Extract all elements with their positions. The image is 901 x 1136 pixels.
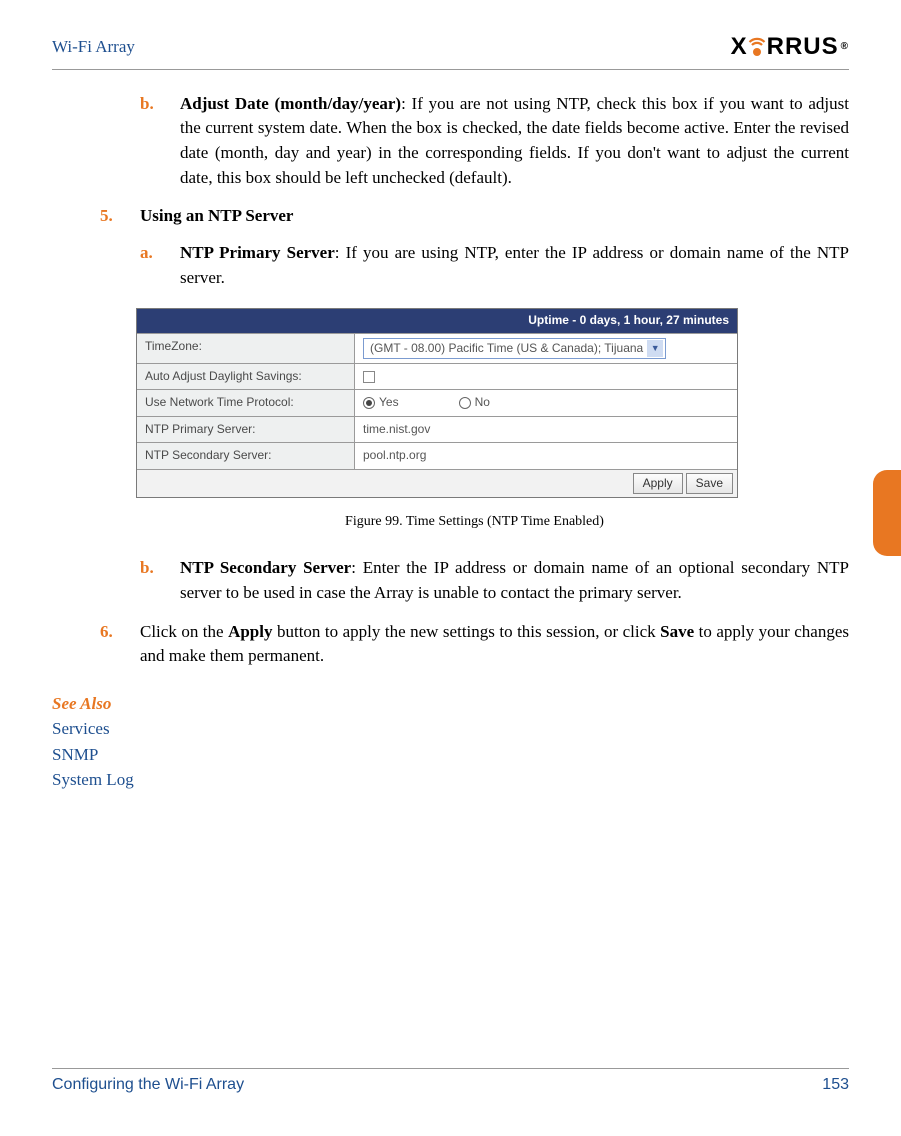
dst-checkbox[interactable] — [363, 371, 375, 383]
step-marker: 5. — [100, 204, 140, 229]
see-also-section: See Also Services SNMP System Log — [52, 691, 849, 793]
timezone-select[interactable]: (GMT - 08.00) Pacific Time (US & Canada)… — [363, 338, 666, 359]
apply-button[interactable]: Apply — [633, 473, 683, 494]
page-header: Wi-Fi Array X RRUS® — [52, 30, 849, 70]
step6-pre: Click on the — [140, 622, 228, 641]
list-step-5: 5. Using an NTP Server — [100, 204, 849, 229]
sub-item-body: NTP Secondary Server: Enter the IP addre… — [180, 556, 849, 605]
figure-label: NTP Secondary Server: — [137, 443, 355, 468]
see-also-link-system-log[interactable]: System Log — [52, 767, 849, 793]
list-sub-item-b-ntp-secondary: b. NTP Secondary Server: Enter the IP ad… — [140, 556, 849, 605]
step-title: Using an NTP Server — [140, 206, 293, 225]
figure-label: Auto Adjust Daylight Savings: — [137, 364, 355, 389]
figure-caption: Figure 99. Time Settings (NTP Time Enabl… — [100, 512, 849, 532]
ntp-primary-input[interactable]: time.nist.gov — [363, 421, 430, 438]
figure-label: Use Network Time Protocol: — [137, 390, 355, 415]
step6-save: Save — [660, 622, 694, 641]
figure-row-ntp-primary: NTP Primary Server: time.nist.gov — [137, 416, 737, 442]
figure-row-dst: Auto Adjust Daylight Savings: — [137, 363, 737, 389]
logo-antenna-icon — [748, 36, 766, 58]
sub-item-marker: b. — [140, 92, 180, 191]
ntp-yes-label: Yes — [379, 394, 399, 411]
step6-mid: button to apply the new settings to this… — [272, 622, 660, 641]
figure-label: TimeZone: — [137, 334, 355, 363]
ntp-yes-radio[interactable] — [363, 397, 375, 409]
sub-item-term: NTP Primary Server — [180, 243, 335, 262]
step-marker: 6. — [100, 620, 140, 669]
sub-item-term: Adjust Date (month/day/year) — [180, 94, 401, 113]
figure-label: NTP Primary Server: — [137, 417, 355, 442]
sub-item-body: Adjust Date (month/day/year): If you are… — [180, 92, 849, 191]
sub-item-marker: a. — [140, 241, 180, 290]
sub-item-marker: b. — [140, 556, 180, 605]
sub-item-term: NTP Secondary Server — [180, 558, 351, 577]
see-also-link-snmp[interactable]: SNMP — [52, 742, 849, 768]
step6-apply: Apply — [228, 622, 272, 641]
figure-99: Uptime - 0 days, 1 hour, 27 minutes Time… — [136, 308, 849, 532]
list-step-6: 6. Click on the Apply button to apply th… — [100, 620, 849, 669]
ntp-secondary-input[interactable]: pool.ntp.org — [363, 447, 426, 464]
figure-row-ntp-secondary: NTP Secondary Server: pool.ntp.org — [137, 442, 737, 468]
figure-row-use-ntp: Use Network Time Protocol: Yes No — [137, 389, 737, 415]
save-button[interactable]: Save — [686, 473, 733, 494]
footer-section-title: Configuring the Wi-Fi Array — [52, 1073, 244, 1096]
timezone-select-value: (GMT - 08.00) Pacific Time (US & Canada)… — [370, 341, 643, 355]
header-title: Wi-Fi Array — [52, 35, 135, 60]
ntp-no-label: No — [475, 394, 490, 411]
figure-row-timezone: TimeZone: (GMT - 08.00) Pacific Time (US… — [137, 333, 737, 363]
footer-page-number: 153 — [822, 1073, 849, 1096]
figure-button-row: Apply Save — [137, 469, 737, 497]
list-sub-item-b-adjust-date: b. Adjust Date (month/day/year): If you … — [140, 92, 849, 191]
chevron-down-icon: ▼ — [647, 340, 663, 357]
step-body: Using an NTP Server — [140, 204, 849, 229]
list-sub-item-a-ntp-primary: a. NTP Primary Server: If you are using … — [140, 241, 849, 290]
ntp-no-radio[interactable] — [459, 397, 471, 409]
see-also-title: See Also — [52, 691, 849, 717]
brand-logo: X RRUS® — [731, 30, 849, 65]
see-also-link-services[interactable]: Services — [52, 716, 849, 742]
sub-item-body: NTP Primary Server: If you are using NTP… — [180, 241, 849, 290]
step-body: Click on the Apply button to apply the n… — [140, 620, 849, 669]
page-footer: Configuring the Wi-Fi Array 153 — [52, 1068, 849, 1096]
figure-uptime-bar: Uptime - 0 days, 1 hour, 27 minutes — [137, 309, 737, 332]
